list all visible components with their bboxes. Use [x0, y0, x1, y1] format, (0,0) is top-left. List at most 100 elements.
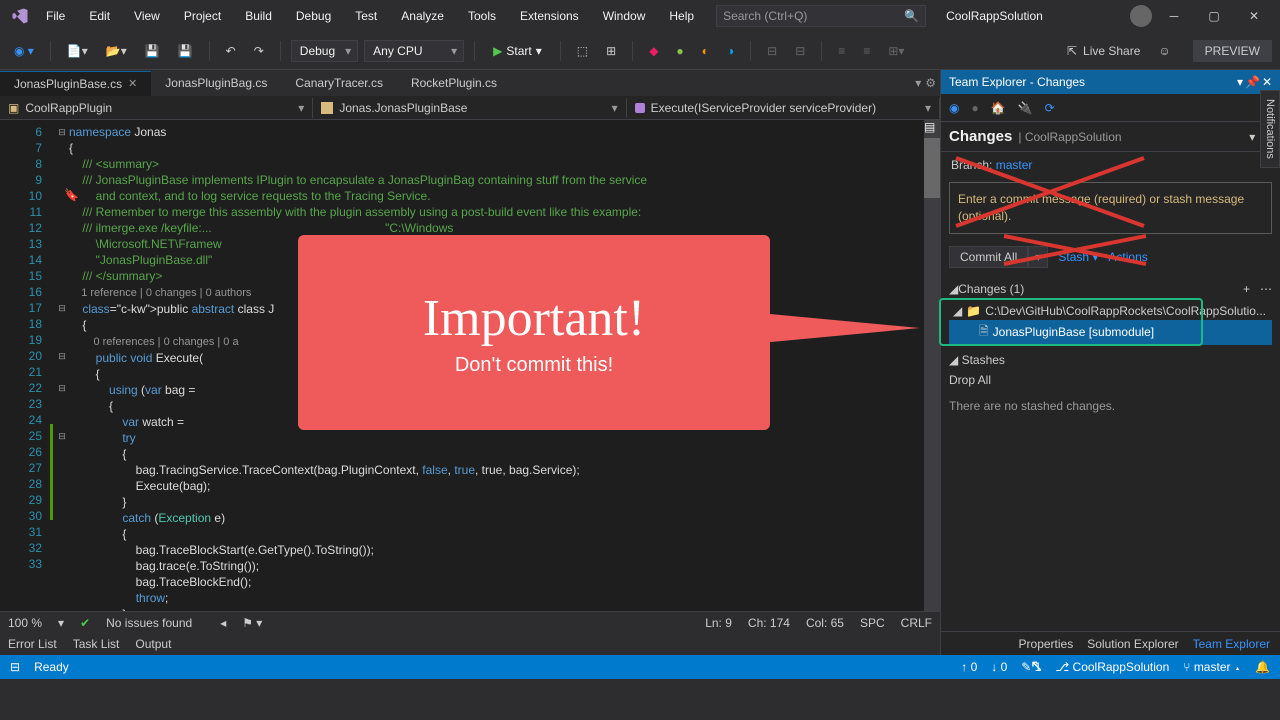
- uncomment-icon[interactable]: ≡: [857, 41, 876, 61]
- tool-icon-1[interactable]: ⬚: [571, 41, 594, 61]
- repo-icon[interactable]: ⎇ CoolRappSolution: [1055, 660, 1169, 674]
- scroll-thumb[interactable]: [924, 138, 940, 198]
- config-combo[interactable]: Debug: [291, 40, 358, 62]
- liveshare-button[interactable]: Live Share: [1083, 44, 1140, 58]
- menu-edit[interactable]: Edit: [79, 5, 120, 27]
- nav-member[interactable]: Execute(IServiceProvider serviceProvider…: [627, 98, 940, 118]
- tab-solution-explorer[interactable]: Solution Explorer: [1087, 637, 1178, 651]
- nav-project[interactable]: ▣CoolRappPlugin▾: [0, 98, 313, 118]
- nav-icon[interactable]: ⚑ ▾: [242, 616, 262, 630]
- team-explorer-panel: Team Explorer - Changes ▾ 📌 ✕ ◉ ● 🏠 🔌 ⟳ …: [940, 70, 1280, 655]
- commit-message-input[interactable]: Enter a commit message (required) or sta…: [949, 182, 1272, 234]
- tree-folder-row[interactable]: ◢📁C:\Dev\GitHub\CoolRappRockets\CoolRapp…: [949, 302, 1272, 320]
- actions-button[interactable]: Actions: [1108, 250, 1147, 264]
- close-icon[interactable]: ✕: [128, 77, 137, 90]
- comment-icon[interactable]: ≡: [832, 41, 851, 61]
- stage-all-icon[interactable]: + ⋯: [1243, 282, 1272, 296]
- menu-help[interactable]: Help: [659, 5, 704, 27]
- menu-file[interactable]: File: [36, 5, 75, 27]
- xrm-icon-4[interactable]: ◑: [721, 41, 740, 61]
- branch-link[interactable]: master: [996, 158, 1033, 172]
- tab-gear-icon[interactable]: ⚙: [925, 76, 936, 90]
- open-button[interactable]: 📂▾: [100, 41, 133, 61]
- tab-output[interactable]: Output: [135, 637, 171, 651]
- spc-indicator: SPC: [860, 616, 885, 630]
- save-button[interactable]: 💾: [139, 41, 166, 61]
- issues-text: No issues found: [106, 616, 192, 630]
- forward-icon[interactable]: ●: [971, 101, 978, 115]
- outdent-icon[interactable]: ⊟: [789, 41, 811, 61]
- notifications-icon[interactable]: 🔔: [1255, 660, 1270, 674]
- tab-task-list[interactable]: Task List: [73, 637, 120, 651]
- refresh-icon[interactable]: ⟳: [1045, 101, 1055, 115]
- user-avatar[interactable]: [1130, 5, 1152, 27]
- indent-icon[interactable]: ⊟: [761, 41, 783, 61]
- tab-jonaspluginbase[interactable]: JonasPluginBase.cs✕: [0, 71, 151, 96]
- menu-window[interactable]: Window: [593, 5, 656, 27]
- notifications-side-tab[interactable]: Notifications: [1260, 90, 1280, 168]
- feedback-icon[interactable]: ☺: [1158, 44, 1170, 58]
- reference-icon: 🔖: [64, 188, 79, 202]
- xrm-icon-1[interactable]: ◆: [643, 41, 664, 61]
- menu-extensions[interactable]: Extensions: [510, 5, 589, 27]
- tab-rocketplugin[interactable]: RocketPlugin.cs: [397, 71, 511, 95]
- split-handle-icon[interactable]: ▤: [924, 120, 940, 136]
- preview-button[interactable]: PREVIEW: [1193, 40, 1272, 62]
- stashes-header[interactable]: ◢ Stashes: [941, 345, 1280, 371]
- save-all-button[interactable]: 💾: [172, 41, 199, 61]
- branch-indicator[interactable]: ⑂ master ▴: [1183, 660, 1241, 674]
- search-input[interactable]: Search (Ctrl+Q)🔍: [716, 5, 926, 27]
- commit-all-button[interactable]: Commit All: [949, 246, 1028, 268]
- changes-list-header[interactable]: ◢ Changes (1) + ⋯: [941, 276, 1280, 302]
- platform-combo[interactable]: Any CPU: [364, 40, 464, 62]
- undo-button[interactable]: ↶: [220, 41, 242, 61]
- col-indicator: Col: 65: [806, 616, 844, 630]
- back-icon[interactable]: ◉: [949, 101, 959, 115]
- tool-icon-2[interactable]: ⊞: [600, 41, 622, 61]
- menu-analyze[interactable]: Analyze: [391, 5, 454, 27]
- menu-tools[interactable]: Tools: [458, 5, 506, 27]
- tab-error-list[interactable]: Error List: [8, 637, 57, 651]
- start-button[interactable]: ▶Start ▾: [485, 41, 550, 61]
- tab-jonaspluginbag[interactable]: JonasPluginBag.cs: [151, 71, 281, 95]
- menu-view[interactable]: View: [124, 5, 170, 27]
- xrm-icon-3[interactable]: ◐: [696, 41, 715, 61]
- tab-canarytracer[interactable]: CanaryTracer.cs: [281, 71, 397, 95]
- vertical-scrollbar[interactable]: ▤: [924, 120, 940, 611]
- xrm-icon-2[interactable]: ●: [670, 41, 689, 61]
- close-button[interactable]: ✕: [1236, 2, 1272, 30]
- menu-build[interactable]: Build: [235, 5, 282, 27]
- liveshare-icon: ⇱: [1067, 44, 1077, 58]
- pin-icon[interactable]: 📌: [1245, 75, 1260, 89]
- plug-icon[interactable]: 🔌: [1018, 101, 1033, 115]
- minimize-button[interactable]: ─: [1156, 2, 1192, 30]
- menu-project[interactable]: Project: [174, 5, 231, 27]
- publish-icon[interactable]: ↑ 0: [961, 660, 977, 674]
- class-icon: [321, 102, 333, 114]
- menu-debug[interactable]: Debug: [286, 5, 341, 27]
- new-button[interactable]: 📄▾: [61, 41, 94, 61]
- zoom-level[interactable]: 100 %: [8, 616, 42, 630]
- tab-team-explorer[interactable]: Team Explorer: [1193, 637, 1270, 651]
- tab-dropdown-icon[interactable]: ▾: [915, 76, 921, 90]
- stash-button[interactable]: Stash ▾: [1058, 250, 1098, 264]
- commit-all-dropdown[interactable]: ▾: [1028, 246, 1048, 268]
- home-icon[interactable]: 🏠: [991, 101, 1006, 115]
- tab-properties[interactable]: Properties: [1019, 637, 1074, 651]
- maximize-button[interactable]: ▢: [1196, 2, 1232, 30]
- status-ready: Ready: [34, 660, 69, 674]
- redo-button[interactable]: ↷: [248, 41, 270, 61]
- dropdown-icon[interactable]: ▾: [1237, 75, 1243, 89]
- menu-test[interactable]: Test: [345, 5, 387, 27]
- back-button[interactable]: ◉ ▾: [8, 41, 40, 61]
- drop-all-link[interactable]: Drop All: [941, 371, 1280, 395]
- pull-icon[interactable]: ↓ 0: [991, 660, 1007, 674]
- bottom-tool-tabs: Error List Task List Output: [0, 633, 940, 655]
- line-indicator: Ln: 9: [705, 616, 732, 630]
- tree-file-row[interactable]: 🗎JonasPluginBase [submodule]: [949, 320, 1272, 345]
- close-panel-icon[interactable]: ✕: [1262, 75, 1272, 89]
- branch-row: Branch: master: [941, 152, 1280, 178]
- nav-class[interactable]: Jonas.JonasPluginBase▾: [313, 98, 626, 118]
- annotation-callout: Important! Don't commit this!: [298, 235, 770, 430]
- misc-icon[interactable]: ⊞▾: [882, 41, 910, 61]
